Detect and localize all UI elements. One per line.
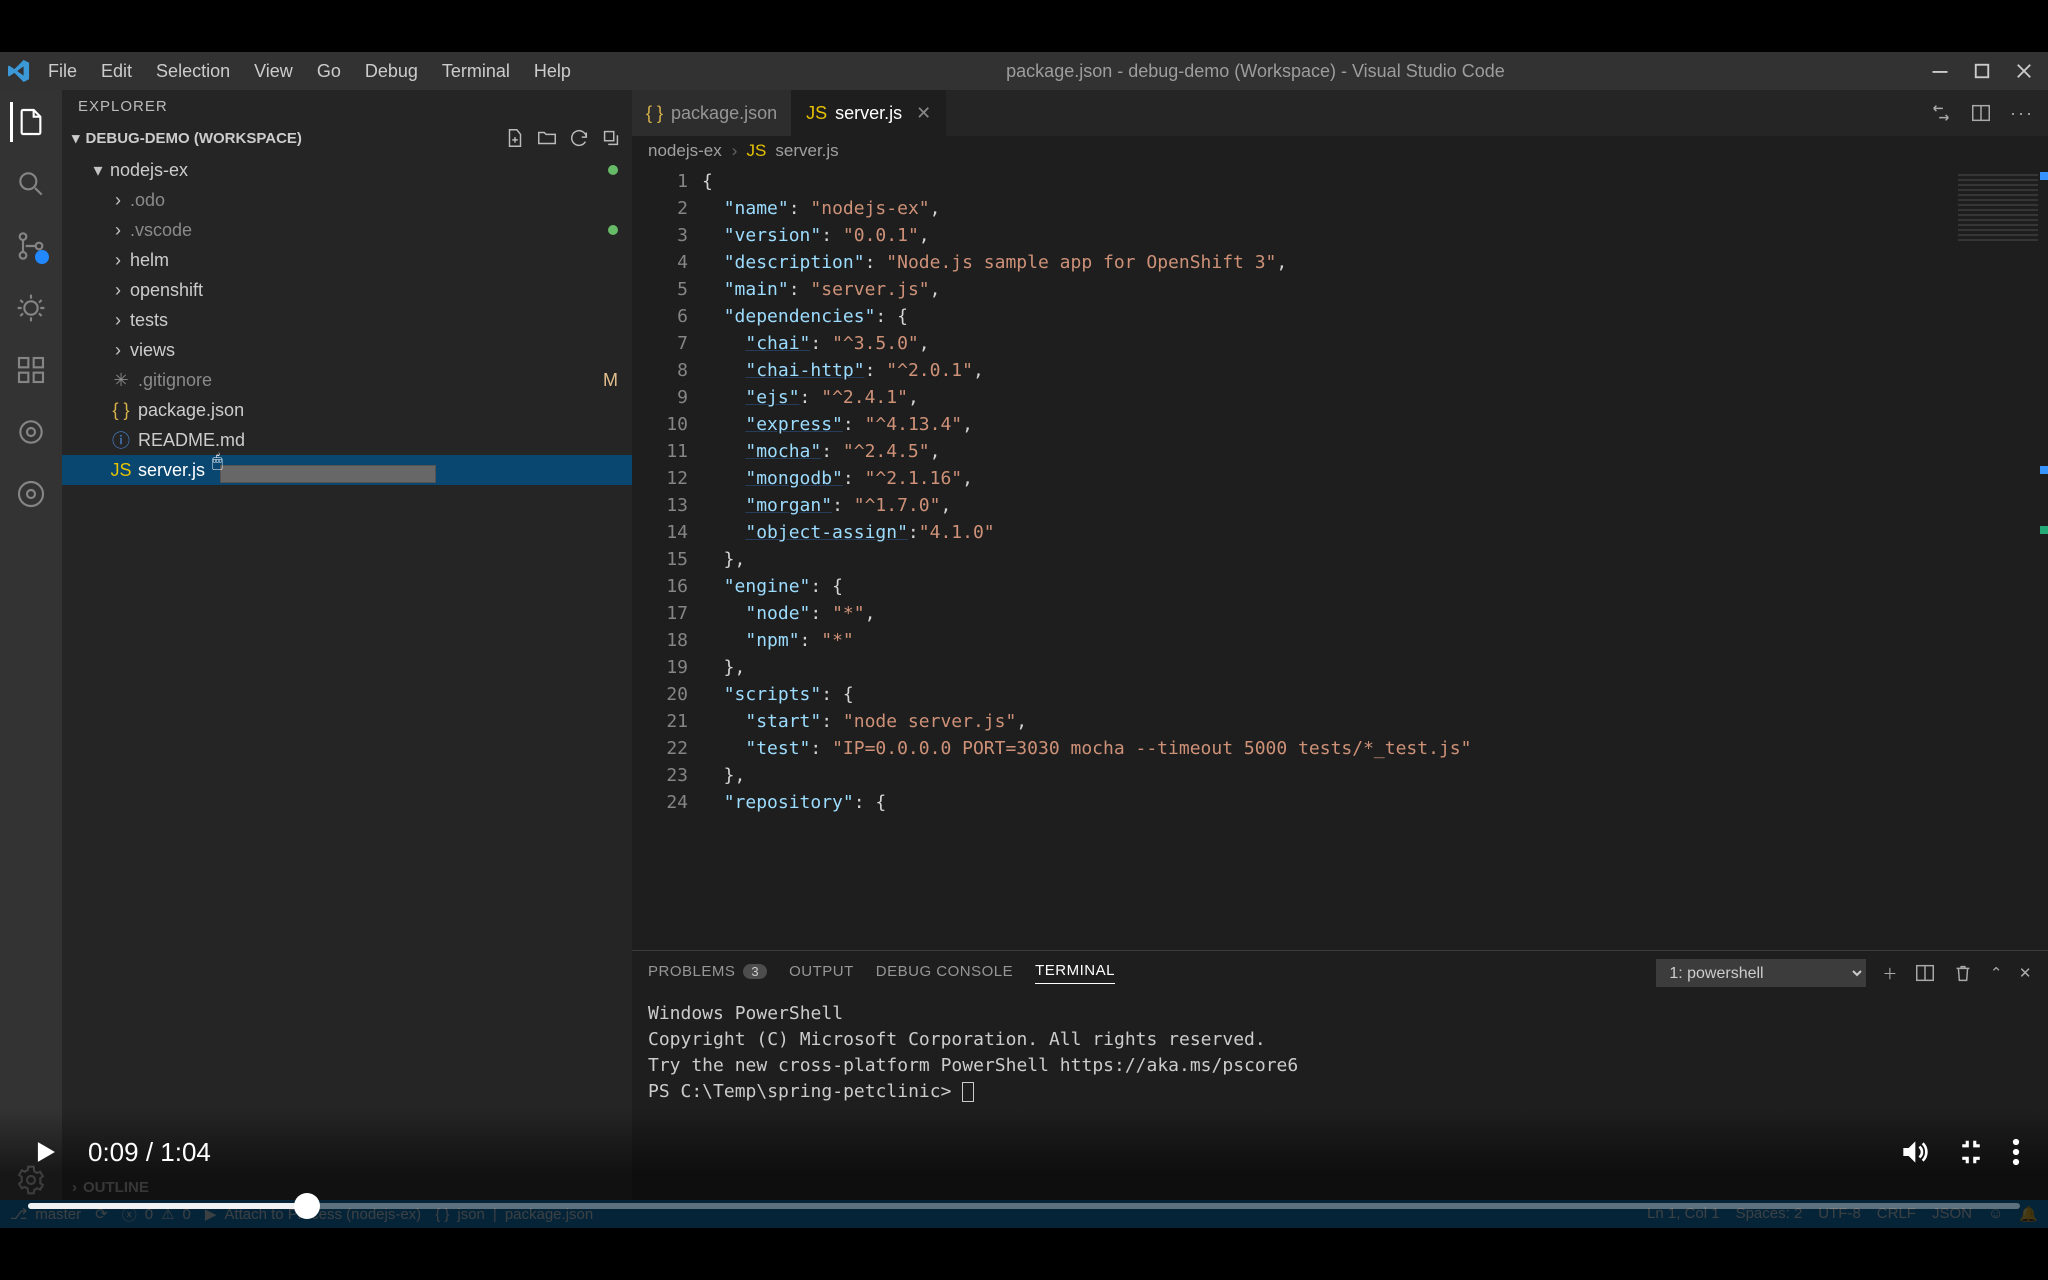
activity-debug-icon[interactable] [11, 288, 51, 328]
braces-icon: { } [646, 103, 663, 124]
activity-search-icon[interactable] [11, 164, 51, 204]
compare-changes-icon[interactable] [1930, 102, 1952, 124]
tree-file-gitignore[interactable]: ✳ .gitignore M [62, 365, 632, 395]
tree-folder[interactable]: ›views [62, 335, 632, 365]
panel-tab-output[interactable]: OUTPUT [789, 963, 854, 984]
mouse-cursor-icon: 🖱 [212, 451, 223, 472]
outline-section-header[interactable]: › OUTLINE [62, 1175, 632, 1200]
new-folder-icon[interactable] [536, 127, 558, 149]
maximize-icon[interactable] [1972, 61, 1992, 81]
js-icon: JS [747, 141, 765, 161]
tree-folder-nodejs-ex[interactable]: ▾ nodejs-ex [62, 155, 632, 185]
tree-file-readme[interactable]: ⓘ README.md [62, 425, 632, 455]
status-encoding[interactable]: UTF-8 [1818, 1205, 1861, 1223]
menu-go[interactable]: Go [307, 57, 351, 86]
status-sync[interactable]: ⟳ [95, 1205, 108, 1223]
git-modified-badge: M [603, 370, 618, 391]
sidebar-explorer: EXPLORER ▾ DEBUG-DEMO (WORKSPACE) ▾ node… [62, 90, 632, 1200]
vscode-logo-icon [8, 60, 30, 82]
status-branch[interactable]: ⎇ master [10, 1205, 81, 1223]
status-problems[interactable]: ⓧ 0 ⚠ 0 [122, 1204, 191, 1225]
status-bar: ⎇ master ⟳ ⓧ 0 ⚠ 0 ▶ Attach to Process (… [0, 1200, 2048, 1228]
menu-edit[interactable]: Edit [91, 57, 142, 86]
braces-icon: { } [110, 400, 132, 421]
menubar: File Edit Selection View Go Debug Termin… [38, 57, 581, 86]
more-actions-icon[interactable]: ··· [2010, 103, 2034, 124]
close-panel-icon[interactable]: ✕ [2019, 964, 2032, 982]
chevron-right-icon: › [72, 1179, 77, 1196]
menu-view[interactable]: View [244, 57, 303, 86]
menu-debug[interactable]: Debug [355, 57, 428, 86]
menu-help[interactable]: Help [524, 57, 581, 86]
status-ln-col[interactable]: Ln 1, Col 1 [1647, 1205, 1720, 1223]
activity-accounts-icon[interactable] [11, 474, 51, 514]
close-tab-icon[interactable]: ✕ [916, 103, 931, 124]
tooltip [220, 465, 436, 483]
tree-folder[interactable]: ›.vscode [62, 215, 632, 245]
activity-explorer-icon[interactable] [10, 102, 50, 142]
activity-extensions-icon[interactable] [11, 350, 51, 390]
terminal[interactable]: Windows PowerShellCopyright (C) Microsof… [632, 995, 2048, 1200]
status-language-mode[interactable]: JSON [1932, 1205, 1972, 1223]
status-eol[interactable]: CRLF [1877, 1205, 1916, 1223]
code-content[interactable]: { "name": "nodejs-ex", "version": "0.0.1… [702, 166, 1938, 950]
workspace-name: DEBUG-DEMO (WORKSPACE) [86, 130, 302, 147]
panel-tab-debug-console[interactable]: DEBUG CONSOLE [876, 963, 1013, 984]
js-icon: JS [806, 103, 827, 124]
tree-folder[interactable]: ›openshift [62, 275, 632, 305]
window-title: package.json - debug-demo (Workspace) - … [581, 61, 1930, 82]
menu-terminal[interactable]: Terminal [432, 57, 520, 86]
editor-tabs: { } package.json JS server.js ✕ ··· [632, 90, 2048, 136]
sidebar-title: EXPLORER [62, 90, 632, 123]
refresh-icon[interactable] [568, 127, 590, 149]
status-notifications-icon[interactable]: 🔔 [2019, 1205, 2038, 1223]
activity-scm-icon[interactable] [11, 226, 51, 266]
tree-file-package-json[interactable]: { } package.json [62, 395, 632, 425]
status-feedback-icon[interactable]: ☺ [1988, 1205, 2003, 1223]
vscode-window: File Edit Selection View Go Debug Termin… [0, 52, 2048, 1228]
workspace-section-header[interactable]: ▾ DEBUG-DEMO (WORKSPACE) [62, 123, 632, 153]
file-tree: ▾ nodejs-ex ›.odo ›.vscode ›helm ›opensh… [62, 153, 632, 487]
tree-folder[interactable]: ›helm [62, 245, 632, 275]
chevron-down-icon: ▾ [90, 160, 106, 181]
tab-server-js[interactable]: JS server.js ✕ [792, 90, 946, 136]
status-spaces[interactable]: Spaces: 2 [1736, 1205, 1803, 1223]
breadcrumbs[interactable]: nodejs-ex › JS server.js [632, 136, 2048, 166]
status-attach[interactable]: ▶ Attach to Process (nodejs-ex) [205, 1205, 421, 1223]
maximize-panel-icon[interactable]: ⌃ [1990, 964, 2003, 982]
close-icon[interactable] [2014, 61, 2034, 81]
panel-tab-problems[interactable]: PROBLEMS 3 [648, 963, 767, 984]
js-icon: JS [110, 460, 132, 481]
info-icon: ⓘ [110, 427, 132, 453]
activity-openshift-icon[interactable] [11, 412, 51, 452]
panel-tab-terminal[interactable]: TERMINAL [1035, 962, 1115, 984]
panel: PROBLEMS 3 OUTPUT DEBUG CONSOLE TERMINAL… [632, 950, 2048, 1200]
line-gutter: 123456789101112131415161718192021222324 [632, 166, 702, 950]
split-terminal-icon[interactable] [1914, 962, 1936, 984]
chevron-down-icon: ▾ [72, 129, 80, 147]
status-filetype[interactable]: { } json | package.json [435, 1206, 593, 1223]
new-terminal-icon[interactable]: ＋ [1882, 963, 1898, 984]
menu-file[interactable]: File [38, 57, 87, 86]
kill-terminal-icon[interactable] [1952, 962, 1974, 984]
problems-count-badge: 3 [743, 964, 767, 979]
file-icon: ✳ [110, 370, 132, 391]
minimap[interactable] [1938, 166, 2048, 950]
terminal-select[interactable]: 1: powershell [1656, 959, 1866, 987]
tab-package-json[interactable]: { } package.json [632, 90, 792, 136]
titlebar: File Edit Selection View Go Debug Termin… [0, 52, 2048, 90]
split-editor-icon[interactable] [1970, 102, 1992, 124]
new-file-icon[interactable] [504, 127, 526, 149]
editor-group: { } package.json JS server.js ✕ ··· node… [632, 90, 2048, 1200]
collapse-all-icon[interactable] [600, 127, 622, 149]
tree-folder[interactable]: ›.odo [62, 185, 632, 215]
tree-folder[interactable]: ›tests [62, 305, 632, 335]
activity-bar [0, 90, 62, 1200]
menu-selection[interactable]: Selection [146, 57, 240, 86]
activity-settings-icon[interactable] [11, 1160, 51, 1200]
editor[interactable]: 123456789101112131415161718192021222324 … [632, 166, 2048, 950]
minimize-icon[interactable] [1930, 61, 1950, 81]
